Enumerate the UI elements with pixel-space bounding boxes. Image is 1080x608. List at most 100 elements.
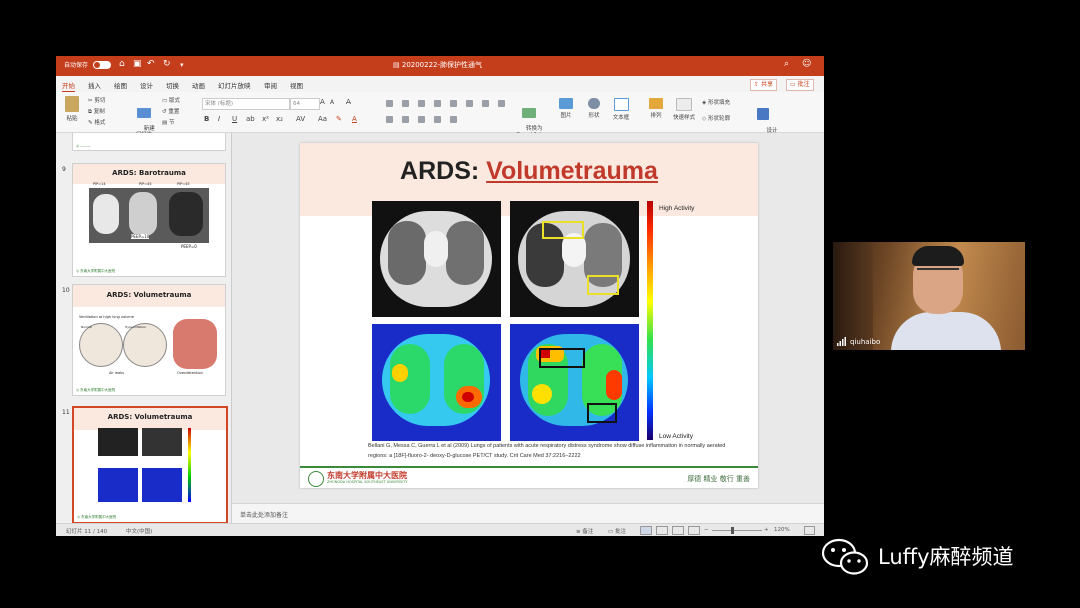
pet-hotspot (606, 370, 622, 400)
slide-editing-area[interactable]: ARDS: Volumetrauma High Activity Low Act… (232, 133, 824, 503)
justify-icon[interactable] (434, 116, 441, 123)
align-left-icon[interactable] (386, 116, 393, 123)
line-spacing-icon[interactable] (450, 100, 457, 107)
tab-home[interactable]: 开始 (62, 80, 75, 92)
clear-format-button[interactable]: A̶ (346, 98, 351, 106)
font-color-button[interactable]: A (352, 115, 357, 123)
tab-design[interactable]: 设计 (140, 80, 153, 90)
shape-fill-label: 形状填充 (707, 100, 730, 106)
tab-slideshow[interactable]: 幻灯片放映 (218, 80, 251, 90)
paste-button[interactable]: 粘贴 (62, 96, 82, 122)
zoom-slider-thumb[interactable] (731, 527, 734, 534)
redo-icon[interactable]: ↻ (163, 59, 171, 69)
distributed-icon[interactable] (450, 116, 457, 123)
section-label: 节 (168, 120, 175, 126)
shape-fill-button[interactable]: ◈ 形状填充 (702, 98, 730, 106)
align-center-icon[interactable] (402, 116, 409, 123)
tab-transitions[interactable]: 切换 (166, 80, 179, 90)
notes-pane[interactable]: 单击此处添加备注 (232, 503, 824, 524)
slide-thumbnail-10[interactable]: ARDS: Volumetrauma Ventilation at high l… (72, 284, 226, 396)
undo-icon[interactable]: ↶ (147, 59, 155, 69)
numbering-icon[interactable] (402, 100, 409, 107)
pet-mini-right (142, 468, 182, 502)
italic-button[interactable]: I (218, 115, 220, 123)
bold-button[interactable]: B (204, 115, 209, 123)
pet-hotspot (532, 384, 552, 404)
text-direction-icon[interactable] (482, 100, 489, 107)
zoom-level[interactable]: 120% (774, 527, 790, 533)
slide-title[interactable]: ARDS: Volumetrauma (300, 157, 758, 186)
notes-toggle-button[interactable]: ≡ 备注 (576, 527, 593, 535)
change-case-button[interactable]: Aa (318, 115, 327, 123)
slide-thumbnail-pane[interactable]: ◎ ——— 9 ARDS: Barotrauma PIP=14 PIP=45 P… (56, 133, 232, 523)
cut-button[interactable]: ✂ 剪切 (88, 96, 105, 104)
slide-sorter-icon[interactable] (656, 526, 668, 535)
slide-thumbnail-9[interactable]: ARDS: Barotrauma PIP=14 PIP=45 PIP=45 PE… (72, 163, 226, 277)
picture-button[interactable]: 图片 (556, 98, 576, 119)
search-icon[interactable]: ⌕ (784, 59, 789, 69)
normal-view-icon[interactable] (640, 526, 652, 535)
format-painter-button[interactable]: ✎ 格式 (88, 118, 105, 126)
underline-button[interactable]: U (232, 115, 237, 123)
grow-font-button[interactable]: A (320, 98, 325, 106)
shrink-font-button[interactable]: A (330, 99, 334, 106)
bullets-icon[interactable] (386, 100, 393, 107)
tab-insert[interactable]: 插入 (88, 80, 101, 90)
shape-button[interactable]: 形状 (584, 98, 604, 119)
lung-overdistended (173, 319, 217, 369)
account-icon[interactable]: ☺ (802, 59, 811, 69)
ct-scan-left[interactable] (372, 201, 501, 317)
fit-to-window-icon[interactable] (804, 526, 815, 535)
slide-thumbnail-8[interactable]: ◎ ——— (72, 133, 226, 151)
pet-scan-right[interactable] (510, 324, 639, 441)
superscript-button[interactable]: x² (262, 115, 269, 123)
comments-button[interactable]: ▭ 批注 (786, 79, 814, 91)
slideshow-icon[interactable] (688, 526, 700, 535)
zoom-in-button[interactable]: + (764, 527, 769, 533)
pet-scan-left[interactable] (372, 324, 501, 441)
pip-label: PIP=45 (139, 182, 152, 186)
current-slide[interactable]: ARDS: Volumetrauma High Activity Low Act… (300, 143, 758, 488)
columns-icon[interactable] (466, 100, 473, 107)
reset-button[interactable]: ↺ 重置 (162, 107, 179, 115)
increase-indent-icon[interactable] (434, 100, 441, 107)
citation-text[interactable]: Bellani G, Messa C, Guerra L et al (2009… (368, 441, 734, 461)
section-button[interactable]: ▤ 节 (162, 118, 174, 126)
home-icon[interactable]: ⌂ (119, 59, 125, 69)
zoom-out-button[interactable]: − (704, 527, 709, 533)
shape-outline-button[interactable]: ◇ 形状轮廓 (702, 114, 730, 122)
align-text-icon[interactable] (498, 100, 505, 107)
tab-animations[interactable]: 动画 (192, 80, 205, 90)
more-icon[interactable]: ▾ (180, 61, 184, 69)
arrange-button[interactable]: 排列 (646, 98, 666, 119)
decrease-indent-icon[interactable] (418, 100, 425, 107)
slide-thumbnail-11-selected[interactable]: ARDS: Volumetrauma ◎ 东南大学附属中大医院 (72, 406, 228, 523)
title-bar: 自动保存 ⌂ ▣ ↶ ↻ ▾ ▤ 20200222-肺保护性通气 ⌕ ☺ (56, 56, 824, 76)
autosave-toggle[interactable] (93, 61, 111, 69)
textbox-label: 文本框 (612, 115, 630, 121)
reading-view-icon[interactable] (672, 526, 684, 535)
ct-scan-right[interactable] (510, 201, 639, 317)
tab-draw[interactable]: 绘图 (114, 80, 127, 90)
highlight-button[interactable]: ✎ (336, 115, 342, 123)
tab-review[interactable]: 审阅 (264, 80, 277, 90)
comments-toggle-button[interactable]: ▭ 批注 (608, 527, 626, 535)
save-icon[interactable]: ▣ (133, 59, 142, 69)
textbox-button[interactable]: 文本框 (610, 98, 632, 121)
peep0-label: PEEP=0 (181, 244, 197, 249)
quick-styles-button[interactable]: 快速样式 (670, 98, 698, 121)
subscript-button[interactable]: x₂ (276, 115, 283, 123)
layout-button[interactable]: ▭ 版式 (162, 96, 180, 104)
title-underlined-word: Volumetrauma (486, 157, 658, 185)
copy-button[interactable]: ⧉ 复制 (88, 107, 105, 116)
paste-label: 粘贴 (66, 116, 78, 122)
align-right-icon[interactable] (418, 116, 425, 123)
font-size-select[interactable]: 64 (290, 98, 320, 110)
char-spacing-button[interactable]: AV (296, 115, 305, 123)
font-name-select[interactable]: 宋体 (标题) (202, 98, 290, 110)
zoom-slider[interactable] (712, 530, 762, 531)
share-button[interactable]: ⇪ 共享 (750, 79, 777, 91)
tab-view[interactable]: 视图 (290, 80, 303, 90)
strikethrough-button[interactable]: ab (246, 115, 255, 123)
picture-icon (559, 98, 573, 109)
